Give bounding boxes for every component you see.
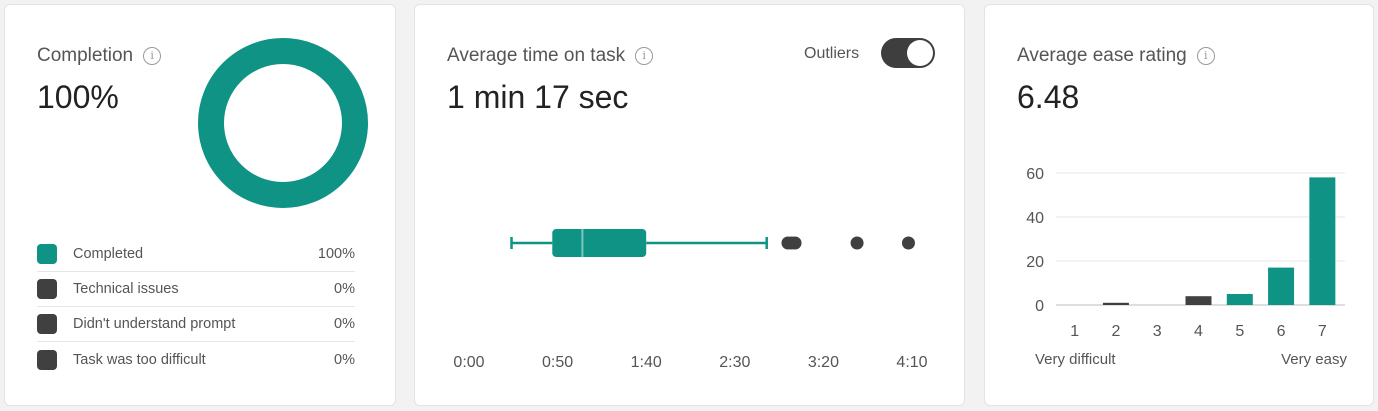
ease-rating-card: Average ease rating i 6.48 0 20 40 60 1 2 3 4 5 6… bbox=[984, 4, 1374, 406]
legend-swatch bbox=[37, 244, 57, 264]
legend-item-too-difficult: Task was too difficult 0% bbox=[37, 342, 355, 377]
x-tick-label: 2:30 bbox=[719, 354, 750, 371]
x-tick-label: 3 bbox=[1153, 323, 1162, 340]
legend-value: 0% bbox=[334, 316, 355, 332]
time-box-plot: 0:00 0:50 1:40 2:30 3:20 4:10 bbox=[453, 229, 928, 371]
bar-rating-6 bbox=[1268, 267, 1295, 305]
info-icon[interactable]: i bbox=[143, 47, 162, 65]
x-tick-label: 3:20 bbox=[808, 354, 839, 371]
legend-item-technical-issues: Technical issues 0% bbox=[37, 272, 355, 307]
completion-value: 100% bbox=[37, 79, 119, 115]
y-tick-label: 60 bbox=[1026, 166, 1044, 183]
iqr-box bbox=[552, 229, 647, 257]
outlier-point bbox=[901, 236, 915, 250]
legend-value: 100% bbox=[317, 246, 355, 262]
time-on-task-card: Average time on task i 1 min 17 sec Outl… bbox=[414, 4, 965, 406]
x-tick-label: 7 bbox=[1318, 323, 1327, 340]
completion-title: Completion bbox=[37, 45, 134, 66]
x-tick-label: 5 bbox=[1235, 323, 1244, 340]
x-tick-label: 1:40 bbox=[631, 354, 662, 371]
legend-swatch bbox=[37, 314, 57, 334]
bar-rating-7 bbox=[1309, 177, 1336, 305]
y-tick-label: 40 bbox=[1026, 210, 1044, 227]
bar-rating-5 bbox=[1226, 294, 1253, 305]
x-tick-label: 4:10 bbox=[896, 354, 927, 371]
completion-legend: Completed 100% Technical issues 0% Didn'… bbox=[37, 237, 355, 377]
very-easy-label: Very easy bbox=[1281, 351, 1347, 368]
bar-rating-4 bbox=[1185, 296, 1212, 305]
legend-item-didnt-understand: Didn't understand prompt 0% bbox=[37, 307, 355, 342]
completion-card: Completion i 100% Completed 100% Technic… bbox=[4, 4, 396, 406]
legend-value: 0% bbox=[334, 281, 355, 297]
completion-title-row: Completion i bbox=[37, 45, 162, 67]
legend-label: Completed bbox=[73, 246, 144, 262]
y-tick-label: 20 bbox=[1026, 254, 1044, 271]
x-tick-label: 4 bbox=[1194, 323, 1203, 340]
x-tick-label: 1 bbox=[1070, 323, 1079, 340]
legend-swatch bbox=[37, 349, 57, 370]
x-tick-label: 6 bbox=[1277, 323, 1286, 340]
outlier-point bbox=[788, 236, 802, 250]
legend-item-completed: Completed 100% bbox=[37, 237, 355, 272]
y-tick-label: 0 bbox=[1035, 298, 1044, 315]
very-difficult-label: Very difficult bbox=[1035, 351, 1116, 368]
x-tick-label: 0:00 bbox=[453, 354, 484, 371]
legend-swatch bbox=[37, 279, 57, 299]
outlier-point bbox=[850, 236, 864, 250]
legend-label: Task was too difficult bbox=[73, 351, 206, 368]
x-tick-label: 2 bbox=[1111, 323, 1120, 340]
x-tick-label: 0:50 bbox=[542, 354, 573, 371]
donut-arc-completed bbox=[198, 38, 368, 208]
legend-value: 0% bbox=[334, 351, 355, 368]
legend-label: Didn't understand prompt bbox=[73, 316, 236, 332]
ease-bar-chart: 0 20 40 60 1 2 3 4 5 6 7 Very difficult Very easy bbox=[1026, 166, 1347, 368]
completion-donut bbox=[198, 38, 368, 208]
legend-label: Technical issues bbox=[73, 281, 179, 297]
bar-rating-2 bbox=[1102, 302, 1129, 305]
